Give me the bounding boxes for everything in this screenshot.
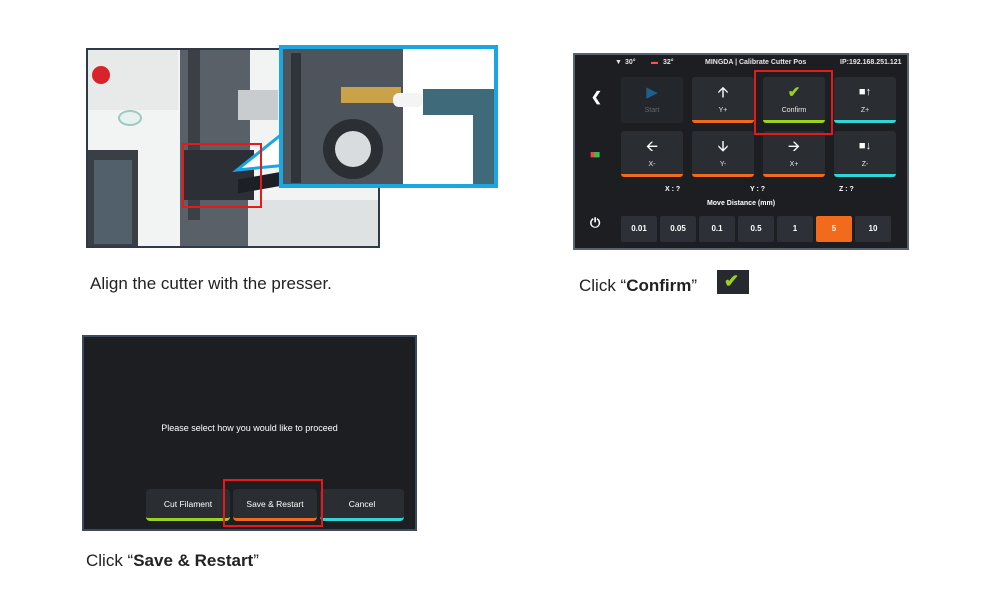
distance-option-selected[interactable]: 5 — [816, 216, 852, 242]
menu-grid-icon[interactable]: ■■ — [590, 149, 603, 161]
status-bar: ▼ 30° ▬ 32° MINGDA | Calibrate Cutter Po… — [575, 55, 907, 71]
y-minus-button[interactable]: 🡫 Y- — [692, 131, 754, 177]
bed-temp: 32° — [663, 59, 674, 66]
x-plus-button[interactable]: 🡪 X+ — [763, 131, 825, 177]
arrow-right-icon: 🡪 — [787, 138, 801, 155]
step2-caption: Click “Confirm” — [579, 276, 698, 295]
distance-option[interactable]: 1 — [777, 216, 813, 242]
save-restart-highlight — [223, 479, 323, 527]
z-minus-button[interactable]: ■↓ Z- — [834, 131, 896, 177]
proceed-prompt: Please select how you would like to proc… — [161, 423, 338, 433]
cutter-zoom-view — [279, 45, 498, 188]
play-icon: ▶ — [646, 84, 658, 101]
screen-title: MINGDA | Calibrate Cutter Pos — [705, 59, 807, 66]
back-icon[interactable]: ❮ — [591, 89, 602, 105]
step1-caption: Align the cutter with the presser. — [90, 274, 332, 293]
checkmark-icon: ✔ — [724, 271, 740, 291]
nozzle-icon: ▼ — [615, 59, 622, 66]
bed-icon: ▬ — [651, 59, 658, 66]
bed-up-icon: ■↑ — [858, 86, 872, 98]
confirm-check-badge: ✔ — [717, 270, 749, 294]
cut-filament-button[interactable]: Cut Filament — [146, 489, 230, 521]
distance-option[interactable]: 0.1 — [699, 216, 735, 242]
arrow-down-icon: 🡫 — [717, 138, 729, 155]
arrow-up-icon: 🡩 — [717, 84, 729, 101]
power-icon[interactable]: ⏻ — [590, 215, 600, 231]
z-position: Z : ? — [839, 186, 854, 193]
x-minus-button[interactable]: 🡨 X- — [621, 131, 683, 177]
distance-option[interactable]: 0.05 — [660, 216, 696, 242]
move-distance-label: Move Distance (mm) — [706, 200, 776, 207]
distance-option[interactable]: 0.5 — [738, 216, 774, 242]
start-button[interactable]: ▶ Start — [621, 77, 683, 123]
y-plus-button[interactable]: 🡩 Y+ — [692, 77, 754, 123]
arrow-left-icon: 🡨 — [645, 138, 659, 155]
ip-address: IP:192.168.251.121 — [840, 59, 902, 66]
confirm-highlight — [754, 70, 833, 135]
distance-option[interactable]: 10 — [855, 216, 891, 242]
calibrate-screen: ▼ 30° ▬ 32° MINGDA | Calibrate Cutter Po… — [573, 53, 909, 250]
nozzle-temp: 30° — [625, 59, 636, 66]
step3-caption: Click “Save & Restart” — [86, 551, 259, 570]
bed-down-icon: ■↓ — [858, 140, 872, 152]
distance-option[interactable]: 0.01 — [621, 216, 657, 242]
z-plus-button[interactable]: ■↑ Z+ — [834, 77, 896, 123]
x-position: X : ? — [665, 186, 681, 193]
y-position: Y : ? — [750, 186, 766, 193]
cancel-button[interactable]: Cancel — [320, 489, 404, 521]
cutter-highlight — [182, 143, 262, 208]
